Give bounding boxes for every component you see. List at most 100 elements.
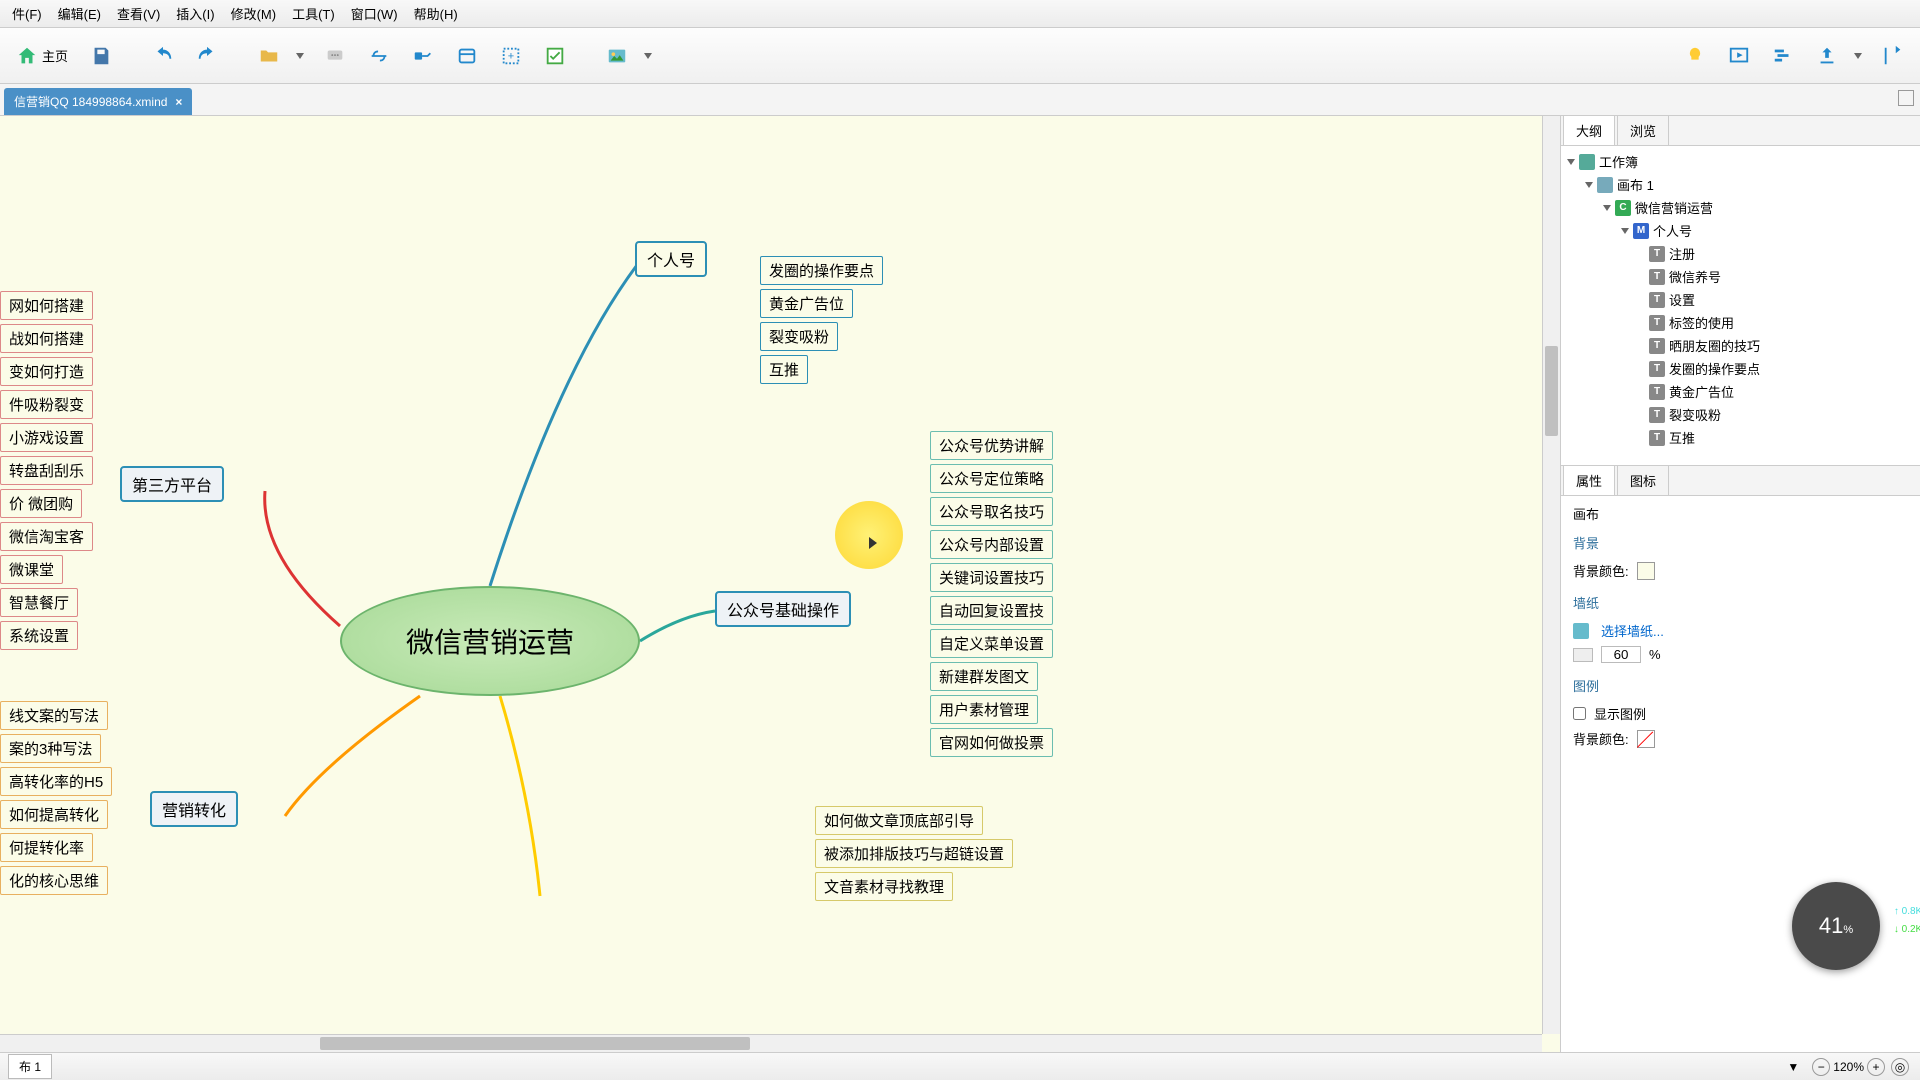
child-node[interactable]: 网如何搭建 (0, 291, 93, 320)
outline-item[interactable]: T设置 (1561, 288, 1920, 311)
gantt-button[interactable] (1764, 37, 1802, 75)
folder-button[interactable] (250, 37, 288, 75)
network-widget[interactable]: 41% ↑ 0.8K/s ↓ 0.2K/s (1792, 882, 1880, 970)
outline-root[interactable]: C微信营销运营 (1561, 196, 1920, 219)
child-node[interactable]: 价 微团购 (0, 489, 82, 518)
child-node[interactable]: 如何做文章顶底部引导 (815, 806, 983, 835)
center-topic[interactable]: 微信营销运营 (340, 586, 640, 696)
opacity-input[interactable] (1601, 646, 1641, 663)
menu-help[interactable]: 帮助(H) (406, 1, 466, 26)
outline-item[interactable]: T黄金广告位 (1561, 380, 1920, 403)
undo-button[interactable] (144, 37, 182, 75)
sheet-tab[interactable]: 布 1 (8, 1054, 52, 1079)
vertical-scrollbar[interactable] (1542, 116, 1560, 1034)
document-tab[interactable]: 信营销QQ 184998864.xmind × (4, 88, 192, 115)
menu-window[interactable]: 窗口(W) (343, 1, 406, 26)
outline-item[interactable]: T注册 (1561, 242, 1920, 265)
tab-icons[interactable]: 图标 (1617, 465, 1669, 495)
child-node[interactable]: 公众号优势讲解 (930, 431, 1053, 460)
menu-edit[interactable]: 编辑(E) (50, 1, 109, 26)
child-node[interactable]: 互推 (760, 355, 808, 384)
maximize-button[interactable] (1898, 90, 1914, 106)
outline-personal[interactable]: M个人号 (1561, 219, 1920, 242)
outline-item[interactable]: T标签的使用 (1561, 311, 1920, 334)
relation-button[interactable] (404, 37, 442, 75)
outline-item[interactable]: T发圈的操作要点 (1561, 357, 1920, 380)
zoom-fit-button[interactable]: ◎ (1891, 1058, 1909, 1076)
show-legend-checkbox[interactable] (1573, 707, 1586, 720)
filter-icon[interactable]: ▼ (1787, 1060, 1799, 1074)
tab-close-icon[interactable]: × (175, 95, 182, 109)
child-node[interactable]: 系统设置 (0, 621, 78, 650)
tab-browse[interactable]: 浏览 (1617, 115, 1669, 145)
zoom-out-button[interactable]: − (1812, 1058, 1830, 1076)
child-node[interactable]: 用户素材管理 (930, 695, 1038, 724)
child-node[interactable]: 战如何搭建 (0, 324, 93, 353)
image-button[interactable] (598, 37, 636, 75)
menu-tools[interactable]: 工具(T) (284, 1, 343, 26)
menu-file[interactable]: 件(F) (4, 1, 50, 26)
child-node[interactable]: 微课堂 (0, 555, 63, 584)
folder-dropdown[interactable] (294, 37, 310, 75)
choose-wallpaper-link[interactable]: 选择墙纸... (1601, 621, 1664, 640)
child-node[interactable]: 案的3种写法 (0, 734, 101, 763)
summary-button[interactable]: + (492, 37, 530, 75)
home-button[interactable]: 主页 (8, 37, 76, 75)
node-third-party[interactable]: 第三方平台 (120, 466, 224, 502)
child-node[interactable]: 关键词设置技巧 (930, 563, 1053, 592)
child-node[interactable]: 化的核心思维 (0, 866, 108, 895)
image-dropdown[interactable] (642, 37, 658, 75)
node-public[interactable]: 公众号基础操作 (715, 591, 851, 627)
outline-item[interactable]: T微信养号 (1561, 265, 1920, 288)
menu-modify[interactable]: 修改(M) (223, 1, 285, 26)
boundary-button[interactable] (448, 37, 486, 75)
child-node[interactable]: 微信淘宝客 (0, 522, 93, 551)
child-node[interactable]: 文音素材寻找教理 (815, 872, 953, 901)
tab-attributes[interactable]: 属性 (1563, 465, 1615, 495)
child-node[interactable]: 高转化率的H5 (0, 767, 112, 796)
menu-view[interactable]: 查看(V) (109, 1, 168, 26)
child-node[interactable]: 被添加排版技巧与超链设置 (815, 839, 1013, 868)
child-node[interactable]: 发圈的操作要点 (760, 256, 883, 285)
mindmap-canvas[interactable]: 微信营销运营 个人号 发圈的操作要点黄金广告位裂变吸粉互推 第三方平台 网如何搭… (0, 116, 1560, 1052)
outline-item[interactable]: T互推 (1561, 426, 1920, 449)
link-button[interactable] (360, 37, 398, 75)
menu-insert[interactable]: 插入(I) (168, 1, 222, 26)
child-node[interactable]: 变如何打造 (0, 357, 93, 386)
child-node[interactable]: 何提转化率 (0, 833, 93, 862)
horizontal-scrollbar[interactable] (0, 1034, 1542, 1052)
child-node[interactable]: 件吸粉裂变 (0, 390, 93, 419)
v-scroll-thumb[interactable] (1545, 346, 1558, 436)
node-personal[interactable]: 个人号 (635, 241, 707, 277)
child-node[interactable]: 转盘刮刮乐 (0, 456, 93, 485)
outline-item[interactable]: T裂变吸粉 (1561, 403, 1920, 426)
child-node[interactable]: 自定义菜单设置 (930, 629, 1053, 658)
marker-button[interactable] (536, 37, 574, 75)
child-node[interactable]: 新建群发图文 (930, 662, 1038, 691)
idea-button[interactable] (1676, 37, 1714, 75)
export-button[interactable] (1874, 37, 1912, 75)
bgcolor-swatch[interactable] (1637, 562, 1655, 580)
upload-dropdown[interactable] (1852, 37, 1868, 75)
child-node[interactable]: 智慧餐厅 (0, 588, 78, 617)
outline-tree[interactable]: 工作簿 画布 1 C微信营销运营 M个人号 T注册T微信养号T设置T标签的使用T… (1561, 146, 1920, 466)
child-node[interactable]: 如何提高转化 (0, 800, 108, 829)
outline-workbook[interactable]: 工作簿 (1561, 150, 1920, 173)
outline-item[interactable]: T晒朋友圈的技巧 (1561, 334, 1920, 357)
child-node[interactable]: 官网如何做投票 (930, 728, 1053, 757)
child-node[interactable]: 自动回复设置技 (930, 596, 1053, 625)
child-node[interactable]: 公众号定位策略 (930, 464, 1053, 493)
zoom-in-button[interactable]: + (1867, 1058, 1885, 1076)
tab-outline[interactable]: 大纲 (1563, 115, 1615, 145)
node-convert[interactable]: 营销转化 (150, 791, 238, 827)
comment-button[interactable] (316, 37, 354, 75)
child-node[interactable]: 小游戏设置 (0, 423, 93, 452)
legend-bgcolor-swatch[interactable] (1637, 730, 1655, 748)
outline-canvas[interactable]: 画布 1 (1561, 173, 1920, 196)
save-button[interactable] (82, 37, 120, 75)
h-scroll-thumb[interactable] (320, 1037, 750, 1050)
present-button[interactable] (1720, 37, 1758, 75)
redo-button[interactable] (188, 37, 226, 75)
upload-button[interactable] (1808, 37, 1846, 75)
child-node[interactable]: 线文案的写法 (0, 701, 108, 730)
